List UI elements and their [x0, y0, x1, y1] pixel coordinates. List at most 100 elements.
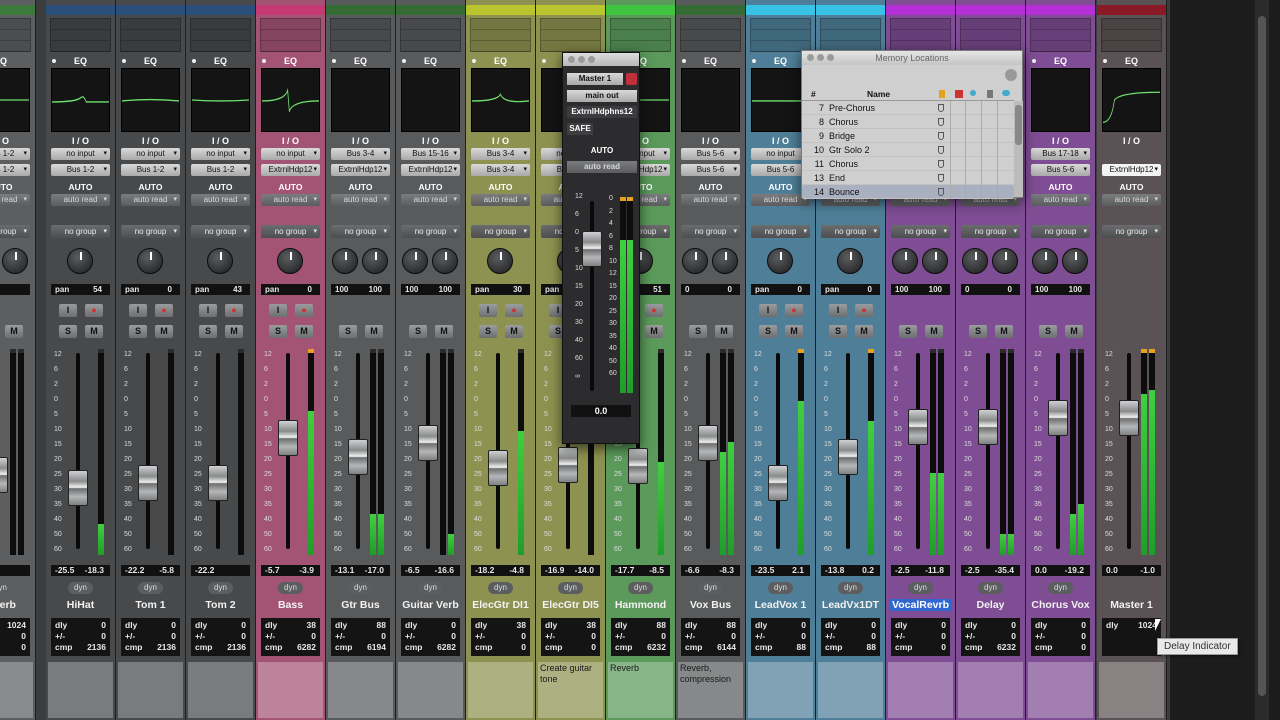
record-enable-button[interactable]: ● [85, 304, 103, 317]
pan-readout[interactable]: 00 [681, 284, 740, 295]
insert-slot[interactable] [401, 30, 460, 41]
dyn-indicator[interactable]: dyn [186, 582, 255, 594]
insert-slot[interactable] [751, 30, 810, 41]
master-track-name[interactable]: Master 1 [567, 73, 623, 85]
input-selector[interactable]: no input ▾ [191, 148, 250, 160]
delay-row-value[interactable]: 0 [21, 642, 26, 653]
delay-row-value[interactable]: 0 [661, 631, 666, 642]
memory-location-name[interactable]: Bridge [829, 129, 855, 143]
pan-right-knob[interactable] [992, 248, 1018, 274]
volume-peak-readout[interactable]: -2.5 -11.8 [891, 565, 950, 576]
input-monitor-button[interactable]: I [479, 304, 497, 317]
comments-field[interactable] [188, 662, 253, 718]
memory-list-scrollthumb[interactable] [1015, 105, 1022, 145]
insert-slot[interactable] [261, 19, 320, 30]
volume-peak-readout[interactable]: -13.8 0.2 [821, 565, 880, 576]
pan-readout[interactable]: 00 [961, 284, 1020, 295]
dyn-indicator[interactable]: dyn [606, 582, 675, 594]
delay-row-value[interactable]: 6282 [297, 642, 316, 653]
record-enable-button[interactable]: ● [785, 304, 803, 317]
output-selector[interactable]: ExtrnlHdp12 ▾ [261, 164, 320, 176]
group-selector[interactable]: no group ▾ [1102, 225, 1161, 238]
clip-indicator[interactable] [440, 349, 446, 353]
solo-button[interactable]: S [899, 325, 917, 338]
group-selector[interactable]: no group ▾ [51, 225, 110, 238]
input-monitor-button[interactable]: I [199, 304, 217, 317]
insert-slot[interactable] [891, 30, 950, 41]
eq-curve-display[interactable] [121, 68, 180, 132]
insert-slot[interactable] [0, 19, 30, 30]
solo-button[interactable]: S [59, 325, 77, 338]
dyn-indicator[interactable]: dyn [1026, 582, 1095, 594]
insert-slot[interactable] [961, 19, 1020, 30]
volume-peak-readout[interactable]: -2.5 -35.4 [961, 565, 1020, 576]
memory-location-name[interactable]: End [829, 171, 845, 185]
pan-readout[interactable]: pan 54 [51, 284, 110, 295]
insert-slot[interactable] [191, 30, 250, 41]
volume-peak-readout[interactable]: -13.1 -17.0 [331, 565, 390, 576]
pan-left-knob[interactable] [962, 248, 988, 274]
inserts-section[interactable] [0, 18, 31, 52]
inserts-section[interactable] [610, 18, 671, 52]
inserts-section[interactable] [750, 18, 811, 52]
dyn-indicator[interactable]: dyn [256, 582, 325, 594]
volume-fader[interactable] [768, 464, 788, 501]
insert-slot[interactable] [961, 30, 1020, 41]
volume-peak-readout[interactable]: -23.5 2.1 [751, 565, 810, 576]
volume-peak-readout[interactable]: -17.7 -8.5 [611, 565, 670, 576]
delay-row-value[interactable]: 0 [871, 620, 876, 631]
solo-button[interactable]: S [269, 325, 287, 338]
dyn-indicator[interactable]: dyn [886, 582, 955, 594]
comments-field[interactable] [468, 662, 533, 718]
delay-row-value[interactable]: 88 [867, 642, 876, 653]
delay-row-value[interactable]: 88 [797, 642, 806, 653]
memory-location-row[interactable]: 9 Bridge [802, 129, 1014, 143]
group-selector[interactable]: no group ▾ [471, 225, 530, 238]
insert-slot[interactable] [1102, 41, 1161, 52]
zoom-icon[interactable] [827, 54, 834, 61]
comments-field[interactable] [1028, 662, 1093, 718]
input-selector[interactable]: Bus 3-4 ▾ [331, 148, 390, 160]
volume-fader[interactable] [418, 425, 438, 461]
insert-slot[interactable] [821, 19, 880, 30]
insert-slot[interactable] [121, 30, 180, 41]
clip-indicator[interactable] [627, 197, 633, 201]
comments-field[interactable] [398, 662, 463, 718]
track-color-bar[interactable] [1097, 5, 1166, 15]
input-selector[interactable]: Bus 1-2 ▾ [0, 148, 30, 160]
track-name[interactable]: HiHat [46, 598, 115, 612]
pan-readout[interactable]: 100 100 [1031, 284, 1090, 295]
delay-row-value[interactable]: 2136 [227, 642, 246, 653]
pan-knob[interactable] [487, 248, 513, 274]
delay-row-value[interactable]: 88 [657, 620, 666, 631]
track-name[interactable]: Vox Bus [676, 598, 745, 612]
insert-slot[interactable] [1031, 41, 1090, 52]
insert-slot[interactable] [681, 41, 740, 52]
clip-indicator[interactable] [168, 349, 174, 353]
track-name[interactable]: ElecGtr DI1 [466, 598, 535, 612]
insert-slot[interactable] [51, 30, 110, 41]
track-name[interactable]: VocalRevrb [886, 598, 955, 612]
eq-curve-display[interactable] [471, 68, 530, 132]
insert-slot[interactable] [401, 41, 460, 52]
inserts-section[interactable] [330, 18, 391, 52]
minimize-icon[interactable] [578, 56, 585, 63]
delay-row-value[interactable]: 0 [241, 631, 246, 642]
track-color-bar[interactable] [256, 5, 325, 15]
volume-peak-readout[interactable]: -6.6 -8.3 [681, 565, 740, 576]
dyn-indicator[interactable]: dyn [746, 582, 815, 594]
volume-fader[interactable] [698, 425, 718, 461]
insert-slot[interactable] [611, 41, 670, 52]
track-name[interactable]: Gtr Bus [326, 598, 395, 612]
automation-mode-select[interactable]: auto read ▾ [191, 194, 250, 206]
clip-indicator[interactable] [798, 349, 804, 353]
track-color-bar[interactable] [186, 5, 255, 15]
pan-right-knob[interactable] [432, 248, 458, 274]
comments-field[interactable] [328, 662, 393, 718]
clip-indicator[interactable] [378, 349, 384, 353]
insert-slot[interactable] [1031, 30, 1090, 41]
input-monitor-button[interactable]: I [59, 304, 77, 317]
delay-row-value[interactable]: 38 [517, 620, 526, 631]
pan-knob[interactable] [67, 248, 93, 274]
insert-slot[interactable] [261, 30, 320, 41]
